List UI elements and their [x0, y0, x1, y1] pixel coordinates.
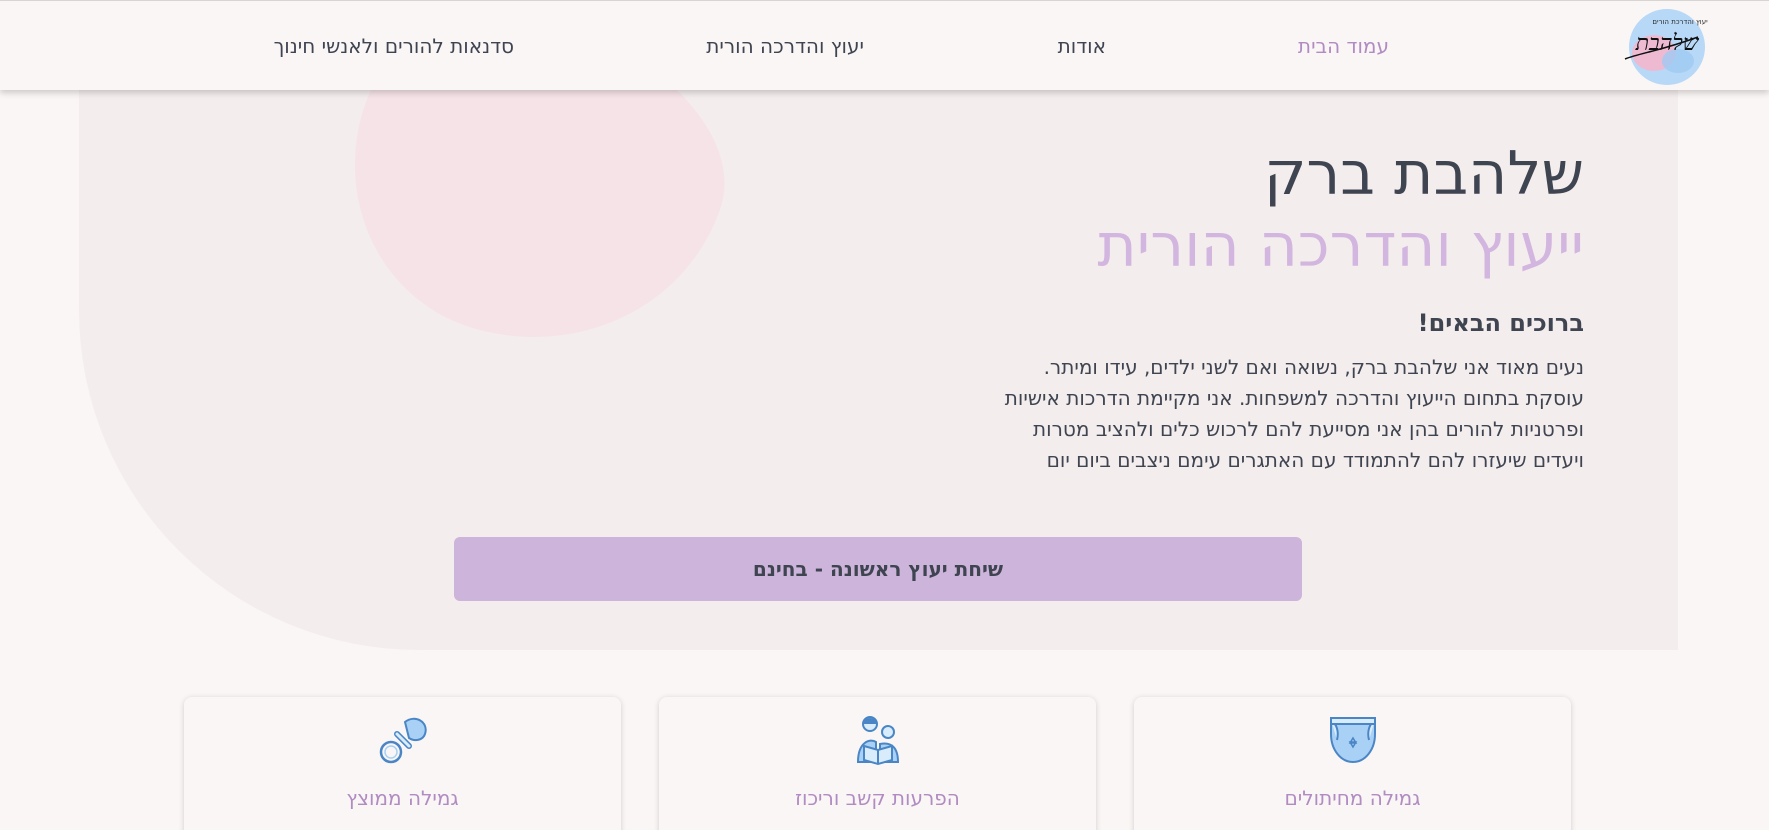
intro-line: עוסקת בתחום הייעוץ והדרכה למשפחות. אני מ… [1004, 386, 1584, 410]
site-header: יעוץ והדרכת הורים שלהבת עמוד הבית אודות … [0, 0, 1769, 90]
intro-paragraph: נעים מאוד אני שלהבת ברק, נשואה ואם לשני … [894, 352, 1584, 476]
intro-line: ופרטניות להורים בהן אני מסייעת להם לרכוש… [1033, 417, 1584, 441]
card-title: גמילה מחיתולים [1284, 786, 1421, 810]
logo-text: שלהבת [1635, 31, 1700, 56]
service-card-pacifier[interactable]: גמילה ממוצץ [184, 697, 621, 830]
hero-subtitle: ייעוץ והדרכה הורית [1097, 211, 1584, 281]
logo-graphic: יעוץ והדרכת הורים שלהבת [1624, 9, 1708, 85]
page: יעוץ והדרכת הורים שלהבת עמוד הבית אודות … [0, 0, 1769, 830]
site-logo[interactable]: יעוץ והדרכת הורים שלהבת [1620, 7, 1710, 87]
hero-title: שלהבת ברק [1263, 139, 1584, 209]
intro-line: ויעדים שיעזרו להם להתמודד עם האתגרים עימ… [1046, 448, 1584, 472]
card-title: הפרעות קשב וריכוז [795, 786, 960, 810]
diaper-icon [1329, 717, 1376, 764]
pacifier-icon [379, 717, 427, 764]
welcome-heading: ברוכים הבאים! [1417, 309, 1584, 337]
nav-home[interactable]: עמוד הבית [1298, 32, 1389, 60]
logo-tagline: יעוץ והדרכת הורים [1652, 18, 1708, 26]
parent-reading-child-icon [856, 716, 899, 766]
intro-line: נעים מאוד אני שלהבת ברק, נשואה ואם לשני … [1043, 355, 1584, 379]
service-card-diaper[interactable]: גמילה מחיתולים [1134, 697, 1571, 830]
nav-about[interactable]: אודות [1058, 32, 1106, 60]
card-title: גמילה ממוצץ [346, 786, 459, 810]
nav-parent-consulting[interactable]: יעוץ והדרכה הורית [706, 32, 864, 60]
service-card-adhd[interactable]: הפרעות קשב וריכוז [659, 697, 1096, 830]
free-consultation-button[interactable]: שיחת יעוץ ראשונה - בחינם [454, 537, 1302, 601]
nav-workshops[interactable]: סדנאות להורים ולאנשי חינוך [274, 32, 514, 60]
